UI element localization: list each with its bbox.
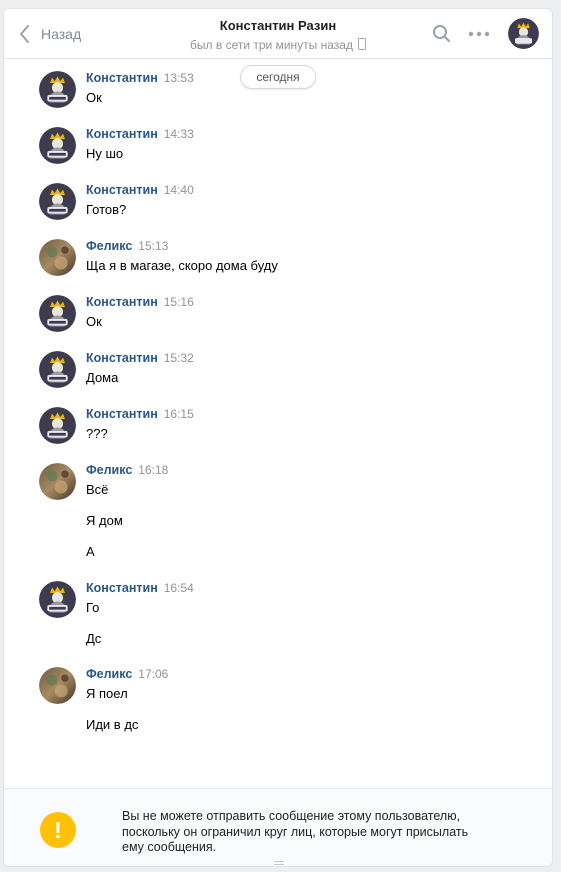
more-icon[interactable]: [468, 30, 490, 38]
notice-line: поскольку он ограничил круг лиц, которые…: [122, 824, 469, 839]
message-text: ???: [86, 426, 108, 441]
author-name[interactable]: Константин 14:33: [86, 127, 194, 141]
resize-handle[interactable]: [274, 861, 284, 865]
author-avatar[interactable]: [39, 295, 76, 332]
author-name[interactable]: Феликс 15:13: [86, 239, 168, 253]
message-text: Ща я в магазе, скоро дома буду: [86, 258, 278, 273]
chat-window: Назад Константин Разин был в сети три ми…: [3, 8, 553, 867]
status-text: был в сети три минуты назад: [190, 38, 353, 52]
author-name[interactable]: Константин 15:32: [86, 351, 194, 365]
message-time[interactable]: 15:16: [164, 295, 194, 309]
author-name[interactable]: Феликс 16:18: [86, 463, 168, 477]
author-name[interactable]: Феликс 17:06: [86, 667, 168, 681]
notice-line: Вы не можете отправить сообщение этому п…: [122, 809, 461, 823]
message-text: Всё: [86, 482, 109, 497]
message-text: Го: [86, 600, 100, 615]
author-name-text[interactable]: Константин: [86, 295, 158, 309]
author-avatar[interactable]: [39, 463, 76, 500]
message-time[interactable]: 17:06: [138, 667, 168, 681]
date-separator: сегодня: [240, 65, 316, 89]
message-time[interactable]: 15:32: [164, 351, 194, 365]
author-avatar[interactable]: [39, 351, 76, 388]
author-avatar[interactable]: [39, 667, 76, 704]
author-name-text[interactable]: Константин: [86, 71, 158, 85]
author-avatar[interactable]: [39, 239, 76, 276]
notice-text: Вы не можете отправить сообщение этому п…: [122, 809, 512, 856]
author-name-text[interactable]: Константин: [86, 581, 158, 595]
message-text: Дома: [86, 370, 119, 385]
author-name[interactable]: Константин 13:53: [86, 71, 194, 85]
author-name[interactable]: Константин 14:40: [86, 183, 194, 197]
header-avatar[interactable]: [508, 18, 539, 49]
author-name-text[interactable]: Феликс: [86, 239, 132, 253]
author-name[interactable]: Константин 16:15: [86, 407, 194, 421]
online-status: был в сети три минуты назад: [4, 38, 552, 52]
message-time[interactable]: 14:40: [164, 183, 194, 197]
warning-icon: !: [40, 812, 76, 848]
message-text: Я дом: [86, 513, 123, 528]
author-avatar[interactable]: [39, 581, 76, 618]
author-avatar[interactable]: [39, 71, 76, 108]
author-name-text[interactable]: Феликс: [86, 667, 132, 681]
message-time[interactable]: 13:53: [164, 71, 194, 85]
message-text: Дс: [86, 631, 102, 646]
message-time[interactable]: 16:15: [164, 407, 194, 421]
message-text: Я поел: [86, 686, 128, 701]
message-text: Ну шо: [86, 146, 124, 161]
message-time[interactable]: 16:18: [138, 463, 168, 477]
mobile-icon: [357, 38, 366, 50]
author-name-text[interactable]: Константин: [86, 127, 158, 141]
author-name-text[interactable]: Константин: [86, 183, 158, 197]
notice-line: ему сообщения.: [122, 840, 217, 854]
message-time[interactable]: 16:54: [164, 581, 194, 595]
author-name-text[interactable]: Константин: [86, 351, 158, 365]
author-name-text[interactable]: Феликс: [86, 463, 132, 477]
author-name[interactable]: Константин 16:54: [86, 581, 194, 595]
message-time[interactable]: 15:13: [138, 239, 168, 253]
author-name[interactable]: Константин 15:16: [86, 295, 194, 309]
author-avatar[interactable]: [39, 407, 76, 444]
author-avatar[interactable]: [39, 183, 76, 220]
message-text: Готов?: [86, 202, 127, 217]
compose-disabled-notice: ! Вы не можете отправить сообщение этому…: [4, 788, 552, 866]
message-text: Иди в дс: [86, 717, 139, 732]
author-avatar[interactable]: [39, 127, 76, 164]
message-text: А: [86, 544, 95, 559]
message-time[interactable]: 14:33: [164, 127, 194, 141]
search-icon[interactable]: [432, 24, 452, 44]
message-text: Ок: [86, 90, 102, 105]
author-name-text[interactable]: Константин: [86, 407, 158, 421]
message-text: Ок: [86, 314, 102, 329]
chat-header: Назад Константин Разин был в сети три ми…: [4, 9, 552, 59]
